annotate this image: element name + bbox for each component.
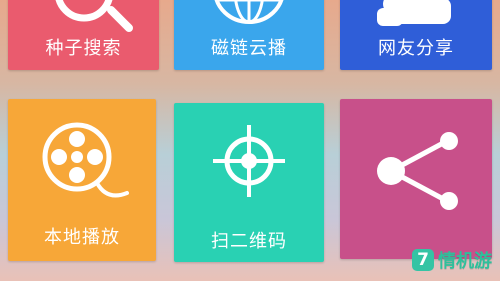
tile-seed-search[interactable]: 种子搜索 [8, 0, 159, 70]
share-icon [377, 132, 458, 210]
tile-label: 磁链云播 [211, 38, 287, 59]
group-icon [377, 0, 451, 26]
tile-scan-qr[interactable]: 扫二维码 [174, 103, 324, 262]
crosshair-icon [213, 125, 285, 197]
tile-local-play[interactable]: 本地播放 [8, 99, 156, 261]
watermark-badge: 7 [412, 249, 434, 271]
tile-netizen-share[interactable]: 网友分享 [340, 0, 492, 70]
tile-magnet-cloud[interactable]: 磁链云播 [174, 0, 324, 70]
tile-label: 扫二维码 [211, 231, 287, 252]
watermark-text: 情机游 [438, 251, 492, 272]
watermark: 7 情机游 [412, 247, 492, 273]
tile-label: 网友分享 [378, 38, 454, 59]
tile-label: 本地播放 [44, 227, 120, 248]
globe-icon [214, 0, 284, 24]
tile-label: 种子搜索 [45, 38, 122, 59]
tile-share[interactable] [340, 99, 492, 259]
magnifier-icon [55, 0, 133, 32]
film-reel-icon [42, 122, 129, 198]
